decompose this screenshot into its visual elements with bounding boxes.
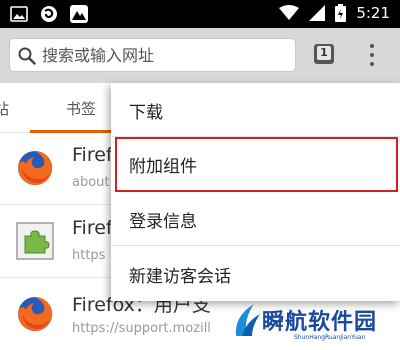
tab-sites[interactable]: 站 — [0, 98, 9, 119]
overflow-menu: 下载 附加组件 登录信息 新建访客会话 — [111, 83, 400, 301]
puzzle-addon-icon — [16, 222, 54, 260]
menu-item-label: 登录信息 — [129, 212, 197, 232]
list-item-url: https://support.mozill — [72, 321, 211, 336]
menu-item-label: 新建访客会话 — [129, 267, 231, 287]
status-bar: 5:21 — [0, 0, 400, 28]
signal-icon — [309, 5, 326, 21]
watermark-logo-icon — [235, 304, 260, 336]
status-left — [10, 5, 88, 23]
firefox-icon — [18, 296, 53, 331]
tab-bookmarks[interactable]: 书签 — [66, 98, 96, 119]
search-input[interactable] — [42, 42, 287, 68]
status-right: 5:21 — [279, 4, 390, 22]
more-vert-dot — [370, 62, 374, 66]
more-vert-dot — [370, 53, 374, 57]
tabs-button[interactable]: 1 — [310, 41, 338, 69]
list-item-url: https — [72, 248, 106, 263]
battery-icon — [335, 4, 347, 22]
browser-toolbar: 1 — [0, 28, 400, 83]
status-time: 5:21 — [356, 4, 390, 22]
menu-item-downloads[interactable]: 下载 — [111, 83, 400, 137]
menu-item-guest-session[interactable]: 新建访客会话 — [111, 247, 400, 301]
tabs-count: 1 — [317, 46, 331, 60]
menu-item-label: 下载 — [129, 103, 163, 123]
overflow-menu-button[interactable] — [360, 42, 384, 68]
notification-icon — [41, 6, 57, 22]
highlight-box — [115, 137, 398, 192]
watermark-subtext: ShunHangRuanJianYuan — [294, 334, 366, 341]
wifi-icon — [279, 5, 300, 20]
mountain-icon — [70, 5, 88, 23]
search-icon — [18, 47, 36, 65]
more-vert-icon — [370, 44, 374, 48]
url-bar[interactable] — [9, 38, 296, 72]
watermark: 瞬航软件园 ShunHangRuanJianYuan — [232, 296, 382, 350]
firefox-icon — [18, 150, 53, 185]
menu-item-logins[interactable]: 登录信息 — [111, 192, 400, 246]
image-icon — [10, 6, 28, 22]
watermark-text: 瞬航软件园 — [262, 310, 378, 335]
